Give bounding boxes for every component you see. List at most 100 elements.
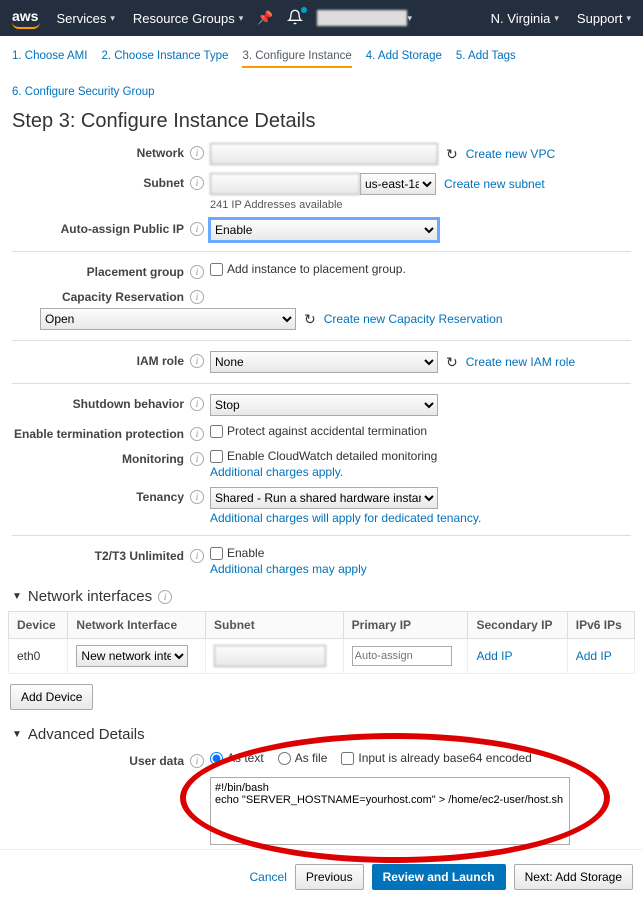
- step-6[interactable]: 6. Configure Security Group: [12, 82, 155, 102]
- refresh-icon[interactable]: ↻: [446, 146, 458, 163]
- capacity-select[interactable]: Open: [40, 308, 296, 330]
- top-nav: aws Services▾ Resource Groups▾ 📌 ▾ N. Vi…: [0, 0, 643, 36]
- label-monitoring: Monitoring: [122, 452, 184, 466]
- create-vpc-link[interactable]: Create new VPC: [466, 147, 555, 161]
- info-icon[interactable]: i: [190, 146, 204, 160]
- placement-checkbox-label: Add instance to placement group.: [227, 262, 406, 276]
- step-5[interactable]: 5. Add Tags: [456, 46, 516, 68]
- label-userdata: User data: [129, 754, 184, 768]
- subnet-select[interactable]: [210, 173, 360, 195]
- step-1[interactable]: 1. Choose AMI: [12, 46, 87, 68]
- section-title: Advanced Details: [28, 726, 145, 743]
- label-iam: IAM role: [137, 354, 184, 368]
- chevron-down-icon: ▾: [110, 13, 115, 24]
- nav-account[interactable]: [317, 10, 407, 26]
- t2t3-checkbox[interactable]: [210, 547, 223, 560]
- pin-icon[interactable]: 📌: [257, 10, 273, 26]
- network-select[interactable]: [210, 143, 438, 165]
- nav-support[interactable]: Support▾: [577, 11, 631, 26]
- iface-select[interactable]: New network interface: [76, 645, 188, 667]
- t2t3-charges-link[interactable]: Additional charges may apply: [210, 562, 367, 576]
- section-advanced-details[interactable]: ▼ Advanced Details: [0, 718, 643, 747]
- subnet-az-select[interactable]: us-east-1a: [360, 173, 436, 195]
- chevron-down-icon: ▾: [554, 13, 559, 24]
- step-2[interactable]: 2. Choose Instance Type: [101, 46, 228, 68]
- page-title: Step 3: Configure Instance Details: [0, 108, 643, 139]
- info-icon[interactable]: i: [190, 427, 204, 441]
- label-subnet: Subnet: [143, 176, 184, 190]
- label-network: Network: [137, 146, 184, 160]
- refresh-icon[interactable]: ↻: [304, 311, 316, 328]
- iam-select[interactable]: None: [210, 351, 438, 373]
- monitoring-checkbox[interactable]: [210, 450, 223, 463]
- userdata-base64-checkbox[interactable]: [341, 752, 354, 765]
- info-icon[interactable]: i: [158, 590, 172, 604]
- add-device-button[interactable]: Add Device: [10, 684, 93, 710]
- userdata-as-text-radio[interactable]: [210, 752, 223, 765]
- step-4[interactable]: 4. Add Storage: [366, 46, 442, 68]
- col-secondary-ip: Secondary IP: [468, 612, 567, 639]
- auto-ip-select[interactable]: Enable: [210, 219, 438, 241]
- create-capacity-link[interactable]: Create new Capacity Reservation: [324, 312, 503, 326]
- label-capacity: Capacity Reservation: [62, 290, 184, 304]
- col-interface: Network Interface: [68, 612, 206, 639]
- network-interfaces-table: Device Network Interface Subnet Primary …: [8, 611, 635, 674]
- label-shutdown: Shutdown behavior: [73, 397, 184, 411]
- add-ipv6-link[interactable]: Add IP: [576, 649, 612, 663]
- info-icon[interactable]: i: [190, 354, 204, 368]
- monitoring-label: Enable CloudWatch detailed monitoring: [227, 449, 437, 463]
- create-subnet-link[interactable]: Create new subnet: [444, 177, 545, 191]
- next-button[interactable]: Next: Add Storage: [514, 864, 633, 890]
- as-file-label: As file: [295, 751, 328, 765]
- cell-device: eth0: [9, 639, 68, 674]
- chevron-down-icon: ▾: [239, 13, 244, 24]
- info-icon[interactable]: i: [190, 176, 204, 190]
- userdata-as-file-radio[interactable]: [278, 752, 291, 765]
- refresh-icon[interactable]: ↻: [446, 354, 458, 371]
- primary-ip-input[interactable]: [352, 646, 452, 666]
- nav-services[interactable]: Services▾: [56, 11, 114, 26]
- info-icon[interactable]: i: [190, 290, 204, 304]
- bell-icon[interactable]: [287, 9, 303, 28]
- add-secondary-ip-link[interactable]: Add IP: [476, 649, 512, 663]
- termprot-checkbox[interactable]: [210, 425, 223, 438]
- aws-logo: aws: [12, 8, 38, 28]
- previous-button[interactable]: Previous: [295, 864, 364, 890]
- advanced-details: User data i As text As file Input is alre…: [0, 747, 643, 849]
- disclosure-triangle-icon: ▼: [12, 729, 22, 740]
- placement-checkbox[interactable]: [210, 263, 223, 276]
- info-icon[interactable]: i: [190, 222, 204, 236]
- shutdown-select[interactable]: Stop: [210, 394, 438, 416]
- info-icon[interactable]: i: [190, 490, 204, 504]
- as-text-label: As text: [227, 751, 264, 765]
- nav-resource-groups[interactable]: Resource Groups▾: [133, 11, 243, 26]
- t2t3-label: Enable: [227, 546, 264, 560]
- label-t2t3: T2/T3 Unlimited: [95, 549, 184, 563]
- chevron-down-icon: ▾: [407, 13, 412, 24]
- info-icon[interactable]: i: [190, 549, 204, 563]
- wizard-footer: Cancel Previous Review and Launch Next: …: [0, 849, 643, 904]
- info-icon[interactable]: i: [190, 754, 204, 768]
- review-launch-button[interactable]: Review and Launch: [372, 864, 506, 890]
- wizard-steps: 1. Choose AMI 2. Choose Instance Type 3.…: [0, 36, 643, 108]
- tenancy-select[interactable]: Shared - Run a shared hardware instance: [210, 487, 438, 509]
- chevron-down-icon: ▾: [626, 13, 631, 24]
- userdata-textarea[interactable]: #!/bin/bash echo "SERVER_HOSTNAME=yourho…: [210, 777, 570, 845]
- section-title: Network interfaces: [28, 588, 152, 605]
- nav-region[interactable]: N. Virginia▾: [491, 11, 559, 26]
- monitoring-charges-link[interactable]: Additional charges apply.: [210, 465, 343, 479]
- info-icon[interactable]: i: [190, 452, 204, 466]
- tenancy-charges-link[interactable]: Additional charges will apply for dedica…: [210, 511, 481, 525]
- table-row: eth0 New network interface Add IP Add IP: [9, 639, 635, 674]
- section-network-interfaces[interactable]: ▼ Network interfaces i: [0, 580, 643, 609]
- create-iam-link[interactable]: Create new IAM role: [466, 355, 575, 369]
- col-subnet: Subnet: [206, 612, 344, 639]
- iface-subnet-select[interactable]: [214, 645, 326, 667]
- cancel-button[interactable]: Cancel: [250, 870, 287, 884]
- col-primary-ip: Primary IP: [343, 612, 468, 639]
- label-auto-ip: Auto-assign Public IP: [61, 222, 184, 236]
- base64-label: Input is already base64 encoded: [358, 751, 531, 765]
- info-icon[interactable]: i: [190, 397, 204, 411]
- info-icon[interactable]: i: [190, 265, 204, 279]
- step-3: 3. Configure Instance: [242, 46, 351, 68]
